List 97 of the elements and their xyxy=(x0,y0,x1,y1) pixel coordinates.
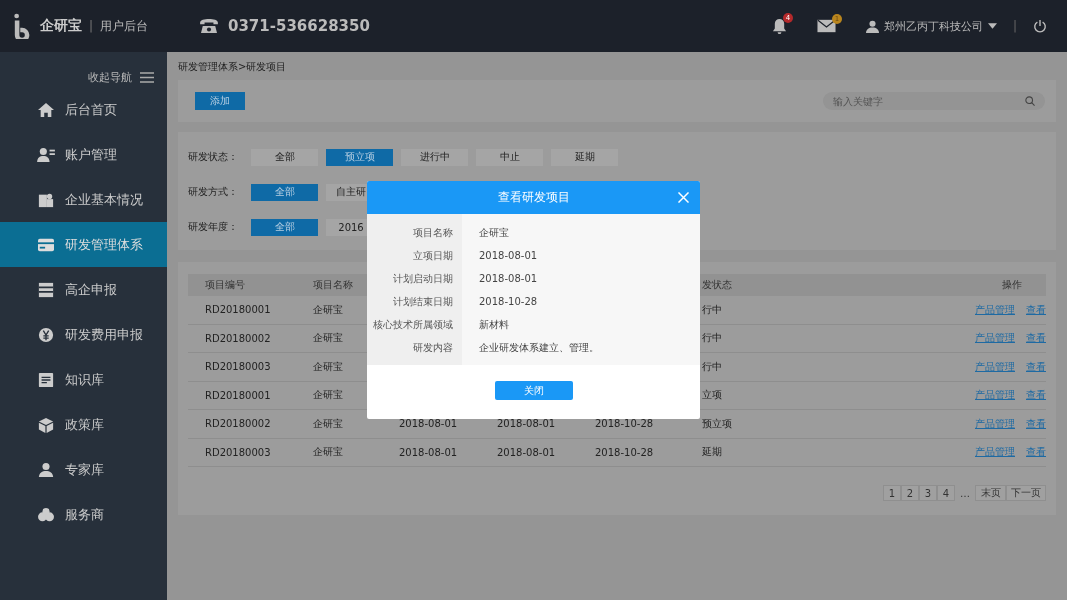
filter-label: 研发年度： xyxy=(188,220,239,234)
collapse-nav-link[interactable]: 收起导航 xyxy=(88,69,132,85)
column-header: 项目名称 xyxy=(313,278,354,292)
table-cell-text: 企研宝 xyxy=(313,359,344,374)
table-cell-text: RD20180002 xyxy=(205,332,272,344)
sidebar-item[interactable]: 研发费用申报 xyxy=(0,312,167,357)
user-menu[interactable]: 郑州乙丙丁科技公司 xyxy=(865,18,997,34)
table-cell-text: RD20180002 xyxy=(205,418,272,430)
field-value: 2018-10-28 xyxy=(479,296,538,307)
column-header: 项目编号 xyxy=(205,278,246,292)
phone-icon xyxy=(198,18,220,34)
home-icon[interactable] xyxy=(37,101,55,118)
field-value: 新材料 xyxy=(479,317,509,332)
table-cell-text: 企研宝 xyxy=(313,302,344,317)
filter-label: 研发方式： xyxy=(188,185,239,199)
mail-icon[interactable] xyxy=(816,19,836,33)
field-value: 企研宝 xyxy=(479,225,509,240)
table-cell-text: 2018-08-01 xyxy=(497,418,557,430)
field-label: 项目名称 xyxy=(412,225,453,240)
table-cell-text: 2018-08-01 xyxy=(497,446,557,458)
dialog-title: 查看研发项目 xyxy=(497,189,570,206)
user-icon[interactable] xyxy=(865,19,879,33)
close-icon[interactable] xyxy=(678,192,689,203)
table-cell-text: 企研宝 xyxy=(313,445,344,460)
field-value: 2018-08-01 xyxy=(479,250,538,261)
filter-option[interactable]: 进行中 xyxy=(401,148,468,166)
table-cell-text: 立项 xyxy=(702,388,723,403)
page-button[interactable]: 4 xyxy=(937,485,955,501)
search-icon[interactable] xyxy=(1025,96,1035,106)
group-icon[interactable] xyxy=(37,506,55,523)
hotline-number: 0371-536628350 xyxy=(228,17,370,35)
building-icon[interactable] xyxy=(37,191,55,208)
table-cell-text: 行中 xyxy=(702,331,723,346)
sidebar-item[interactable]: 知识库 xyxy=(0,357,167,402)
sidebar-item[interactable]: 服务商 xyxy=(0,492,167,537)
table-cell-text: RD20180003 xyxy=(205,446,272,458)
sidebar-item[interactable]: 账户管理 xyxy=(0,132,167,177)
power-icon[interactable] xyxy=(1033,19,1047,33)
filter-option[interactable]: 全部 xyxy=(251,148,318,166)
filter-option[interactable]: 全部 xyxy=(251,183,318,201)
filter-label: 研发状态： xyxy=(188,150,239,164)
book-icon[interactable] xyxy=(37,371,55,388)
field-label: 立项日期 xyxy=(412,248,453,263)
card-icon[interactable] xyxy=(37,236,55,253)
separator: | xyxy=(1012,19,1017,33)
filter-option[interactable]: 中止 xyxy=(476,148,543,166)
bell-icon[interactable] xyxy=(771,17,787,35)
table-cell-text: 行中 xyxy=(702,359,723,374)
sidebar-item[interactable]: 后台首页 xyxy=(0,87,167,132)
pagination-ellipsis: … xyxy=(960,487,970,499)
sidebar-item[interactable]: 高企申报 xyxy=(0,267,167,312)
yen-icon[interactable] xyxy=(37,326,55,343)
table-cell-text: 2018-10-28 xyxy=(595,418,655,430)
page-button[interactable]: 1 xyxy=(883,485,901,501)
sidebar-item[interactable]: 企业基本情况 xyxy=(0,177,167,222)
table-cell-text: 企研宝 xyxy=(313,388,344,403)
person-icon[interactable] xyxy=(37,461,55,478)
last-page-button[interactable]: 末页 xyxy=(975,485,1006,501)
field-value: 企业研发体系建立、管理。 xyxy=(479,340,599,355)
filter-option[interactable]: 延期 xyxy=(551,148,618,166)
field-label: 计划启动日期 xyxy=(392,271,453,286)
table-cell-text: RD20180001 xyxy=(205,304,272,316)
breadcrumb: 研发管理体系>研发项目 xyxy=(178,60,288,74)
close-button[interactable]: 关闭 xyxy=(494,381,573,400)
sidebar-item[interactable]: 政策库 xyxy=(0,402,167,447)
field-value: 2018-08-01 xyxy=(479,273,538,284)
page-button[interactable]: 2 xyxy=(901,485,919,501)
id-card-icon[interactable] xyxy=(37,146,55,163)
table-cell-text: 行中 xyxy=(702,302,723,317)
field-label: 核心技术所属领域 xyxy=(372,317,453,332)
column-header: 发状态 xyxy=(702,278,733,292)
table-cell-text: RD20180003 xyxy=(205,361,272,373)
filter-option[interactable]: 全部 xyxy=(251,218,318,236)
table-cell-text: 企研宝 xyxy=(313,331,344,346)
field-label: 计划结束日期 xyxy=(392,294,453,309)
sidebar-item[interactable]: 专家库 xyxy=(0,447,167,492)
add-button[interactable]: 添加 xyxy=(195,92,245,110)
page-button[interactable]: 3 xyxy=(919,485,937,501)
list-icon[interactable] xyxy=(37,281,55,298)
separator: | xyxy=(89,19,94,33)
table-cell-text: 2018-08-01 xyxy=(399,446,459,458)
filter-option[interactable]: 预立项 xyxy=(326,148,393,166)
caret-icon[interactable] xyxy=(987,23,997,29)
sidebar-item[interactable]: 研发管理体系 xyxy=(0,222,167,267)
table-cell-text: 2018-10-28 xyxy=(595,446,655,458)
field-label: 研发内容 xyxy=(412,340,453,355)
menu-icon[interactable] xyxy=(140,71,154,83)
brand-name: 企研宝 xyxy=(40,17,82,35)
portal-subtitle: 用户后台 xyxy=(100,17,149,35)
table-cell-text: 2018-08-01 xyxy=(399,418,459,430)
table-cell-text: 延期 xyxy=(702,445,723,460)
cube-icon[interactable] xyxy=(37,416,55,433)
column-header: 操作 xyxy=(1002,278,1022,292)
table-cell-text: 企研宝 xyxy=(313,416,344,431)
table-cell-text: 预立项 xyxy=(702,416,733,431)
next-page-button[interactable]: 下一页 xyxy=(1006,485,1046,501)
table-cell-text: RD20180001 xyxy=(205,389,272,401)
